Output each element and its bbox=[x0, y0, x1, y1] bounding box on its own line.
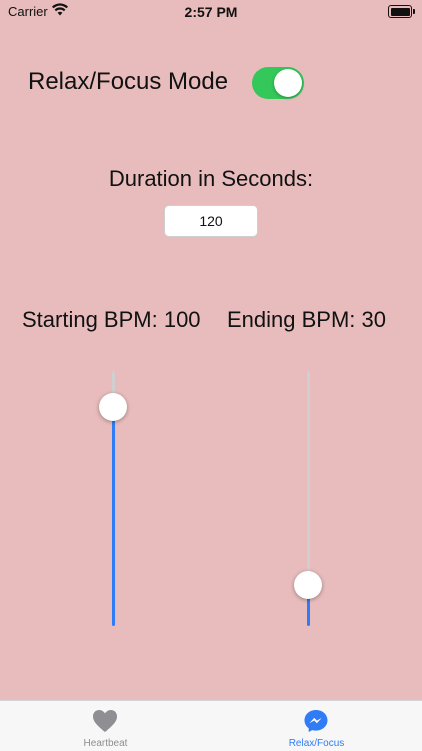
duration-input[interactable] bbox=[164, 205, 258, 237]
messenger-icon bbox=[304, 710, 328, 732]
tab-relax-focus[interactable]: Relax/Focus bbox=[211, 701, 422, 751]
tab-label: Heartbeat bbox=[83, 738, 128, 749]
status-bar: Carrier 2:57 PM bbox=[0, 0, 422, 24]
relax-focus-mode-label: Relax/Focus Mode bbox=[28, 68, 229, 95]
slider-thumb[interactable] bbox=[99, 392, 127, 421]
duration-label: Duration in Seconds: bbox=[108, 166, 314, 191]
slider-track-fill bbox=[112, 406, 115, 626]
tab-bar: Heartbeat Relax/Focus bbox=[0, 700, 422, 751]
tab-label: Relax/Focus bbox=[288, 738, 345, 749]
ending-bpm-label: Ending BPM: 30 bbox=[227, 307, 386, 332]
tab-heartbeat[interactable]: Heartbeat bbox=[0, 701, 211, 751]
battery-icon bbox=[388, 5, 415, 18]
starting-bpm-label: Starting BPM: 100 bbox=[22, 307, 201, 332]
toggle-knob bbox=[274, 69, 302, 97]
status-time: 2:57 PM bbox=[184, 4, 238, 20]
starting-bpm-slider[interactable] bbox=[99, 371, 129, 626]
relax-focus-mode-toggle[interactable] bbox=[252, 67, 304, 99]
heart-icon bbox=[93, 710, 117, 732]
slider-thumb[interactable] bbox=[294, 571, 322, 600]
ending-bpm-slider[interactable] bbox=[294, 371, 324, 626]
